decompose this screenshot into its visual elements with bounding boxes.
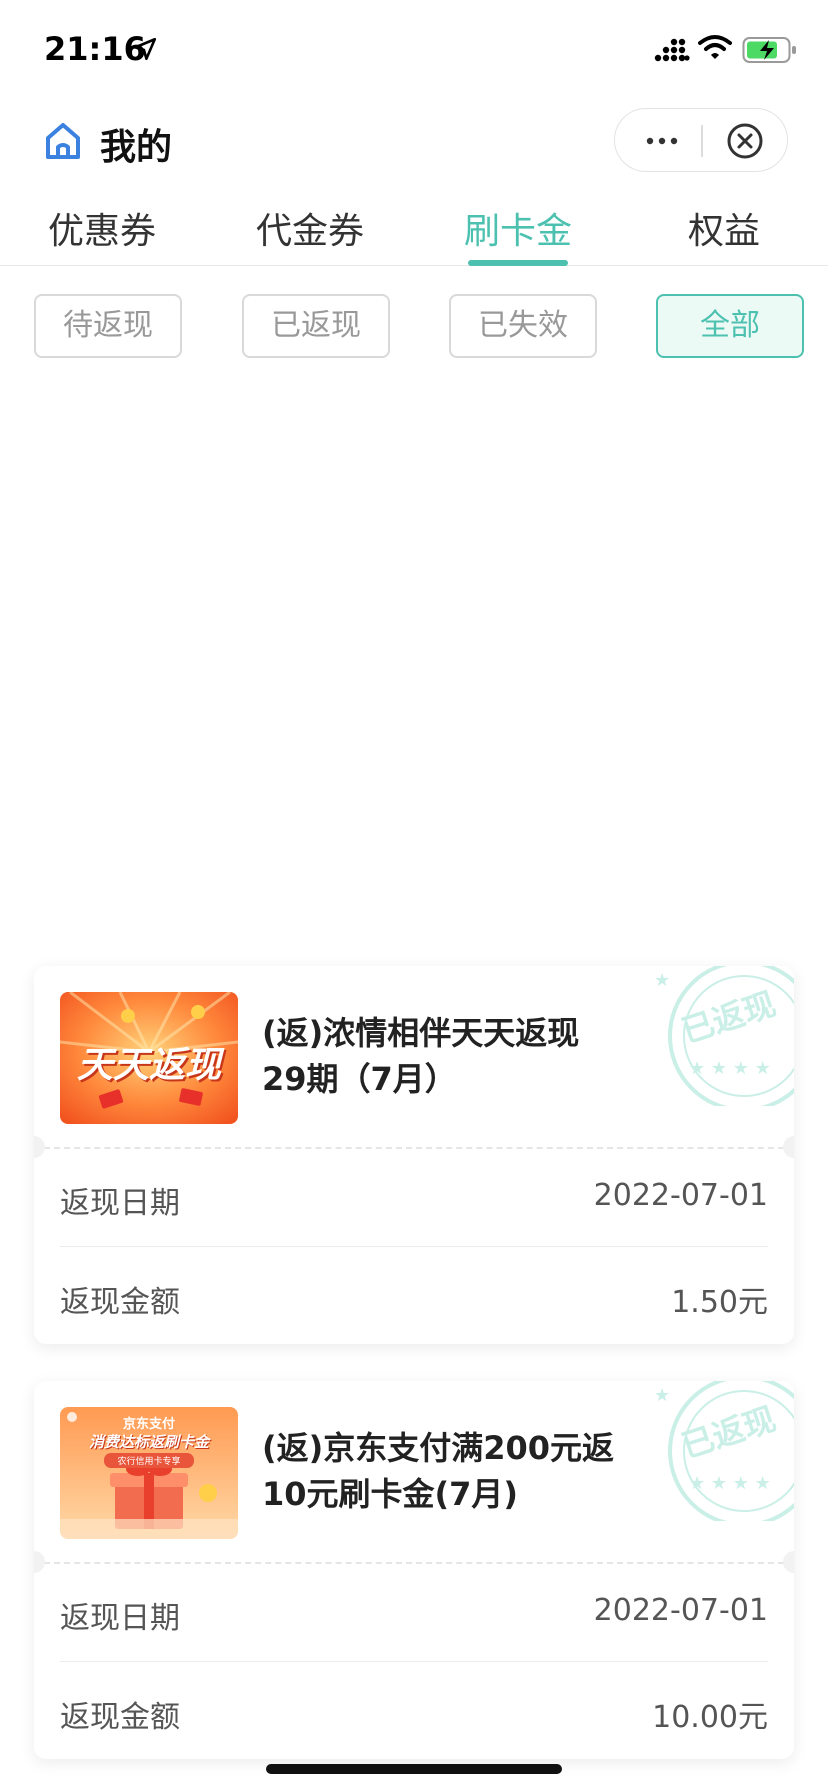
cashback-amount-value: 1.50元 bbox=[671, 1285, 768, 1320]
cashback-date-label: 返现日期 bbox=[60, 1186, 180, 1221]
filter-returned[interactable]: 已返现 bbox=[242, 294, 390, 358]
status-bar: 21:16 bbox=[0, 0, 828, 100]
cashback-date-value: 2022-07-01 bbox=[593, 1178, 768, 1213]
stamp-text: 已返现 bbox=[677, 985, 780, 1051]
tab-voucher[interactable]: 代金券 bbox=[230, 202, 390, 254]
returned-stamp-icon: 已返现 ★ ★ ★ ★ ★ bbox=[654, 966, 794, 1106]
card-header: 京东支付 消费达标返刷卡金 农行信用卡专享 (返)京东支付满200元返10元刷卡… bbox=[34, 1381, 794, 1563]
more-icon[interactable] bbox=[637, 127, 687, 155]
stamp-star: ★ bbox=[654, 1385, 670, 1406]
promo-thumbnail-subtitle: 京东支付 bbox=[122, 1417, 175, 1432]
promo-thumbnail-text: 消费达标返刷卡金 bbox=[88, 1433, 209, 1451]
promo-thumbnail: 天天返现 bbox=[60, 992, 238, 1124]
cashback-date-label: 返现日期 bbox=[60, 1601, 180, 1636]
stamp-star: ★ bbox=[654, 970, 670, 991]
card-header: 天天返现 (返)浓情相伴天天返现29期（7月） 已返现 ★ ★ ★ ★ ★ bbox=[34, 966, 794, 1148]
stamp-stars: ★ ★ ★ ★ bbox=[689, 1058, 771, 1079]
active-tab-indicator bbox=[468, 260, 568, 266]
location-arrow-icon bbox=[133, 37, 157, 61]
card-notch-right bbox=[783, 1136, 794, 1158]
home-indicator[interactable] bbox=[266, 1764, 562, 1774]
cashback-date-value: 2022-07-01 bbox=[593, 1593, 768, 1628]
home-icon[interactable] bbox=[42, 120, 84, 162]
main-tabs: 优惠券 代金券 刷卡金 权益 bbox=[0, 190, 828, 266]
promo-thumbnail-text: 天天返现 bbox=[76, 1045, 221, 1086]
stamp-text: 已返现 bbox=[677, 1400, 780, 1466]
card-notch-right bbox=[783, 1551, 794, 1573]
close-circle-icon[interactable] bbox=[725, 121, 765, 161]
promo-title: (返)京东支付满200元返10元刷卡金(7月) bbox=[262, 1429, 615, 1513]
cashback-card[interactable]: 京东支付 消费达标返刷卡金 农行信用卡专享 (返)京东支付满200元返10元刷卡… bbox=[34, 1381, 794, 1759]
title-bar: 我的 bbox=[0, 100, 828, 182]
cashback-amount-value: 10.00元 bbox=[652, 1700, 768, 1735]
cashback-date-row: 返现日期 2022-07-01 bbox=[60, 1563, 768, 1661]
filter-all[interactable]: 全部 bbox=[656, 294, 804, 358]
mini-program-capsule bbox=[614, 108, 788, 172]
filter-pending[interactable]: 待返现 bbox=[34, 294, 182, 358]
filter-expired[interactable]: 已失效 bbox=[449, 294, 597, 358]
promo-thumbnail-footer: 农行信用卡专享 bbox=[104, 1453, 194, 1468]
cashback-date-row: 返现日期 2022-07-01 bbox=[60, 1148, 768, 1246]
status-filters: 待返现 已返现 已失效 全部 bbox=[0, 294, 828, 360]
cashback-amount-label: 返现金额 bbox=[60, 1700, 180, 1735]
cashback-card[interactable]: 天天返现 (返)浓情相伴天天返现29期（7月） 已返现 ★ ★ ★ ★ ★ 返现… bbox=[34, 966, 794, 1344]
cashback-amount-row: 返现金额 1.50元 bbox=[60, 1246, 768, 1344]
tab-benefits[interactable]: 权益 bbox=[644, 202, 804, 254]
returned-stamp-icon: 已返现 ★ ★ ★ ★ ★ bbox=[654, 1381, 794, 1521]
cashback-amount-row: 返现金额 10.00元 bbox=[60, 1661, 768, 1759]
promo-title: (返)浓情相伴天天返现29期（7月） bbox=[262, 1014, 580, 1098]
tab-coupon[interactable]: 优惠券 bbox=[22, 202, 182, 254]
signal-icon bbox=[654, 38, 690, 62]
tab-card-cashback[interactable]: 刷卡金 bbox=[438, 202, 598, 254]
promo-thumbnail: 京东支付 消费达标返刷卡金 农行信用卡专享 bbox=[60, 1407, 238, 1539]
wifi-icon bbox=[698, 35, 732, 59]
cashback-amount-label: 返现金额 bbox=[60, 1285, 180, 1320]
battery-charging-icon bbox=[742, 37, 796, 63]
status-time: 21:16 bbox=[44, 30, 146, 68]
page-title: 我的 bbox=[100, 127, 173, 168]
capsule-divider bbox=[701, 125, 703, 157]
stamp-stars: ★ ★ ★ ★ bbox=[689, 1473, 771, 1494]
